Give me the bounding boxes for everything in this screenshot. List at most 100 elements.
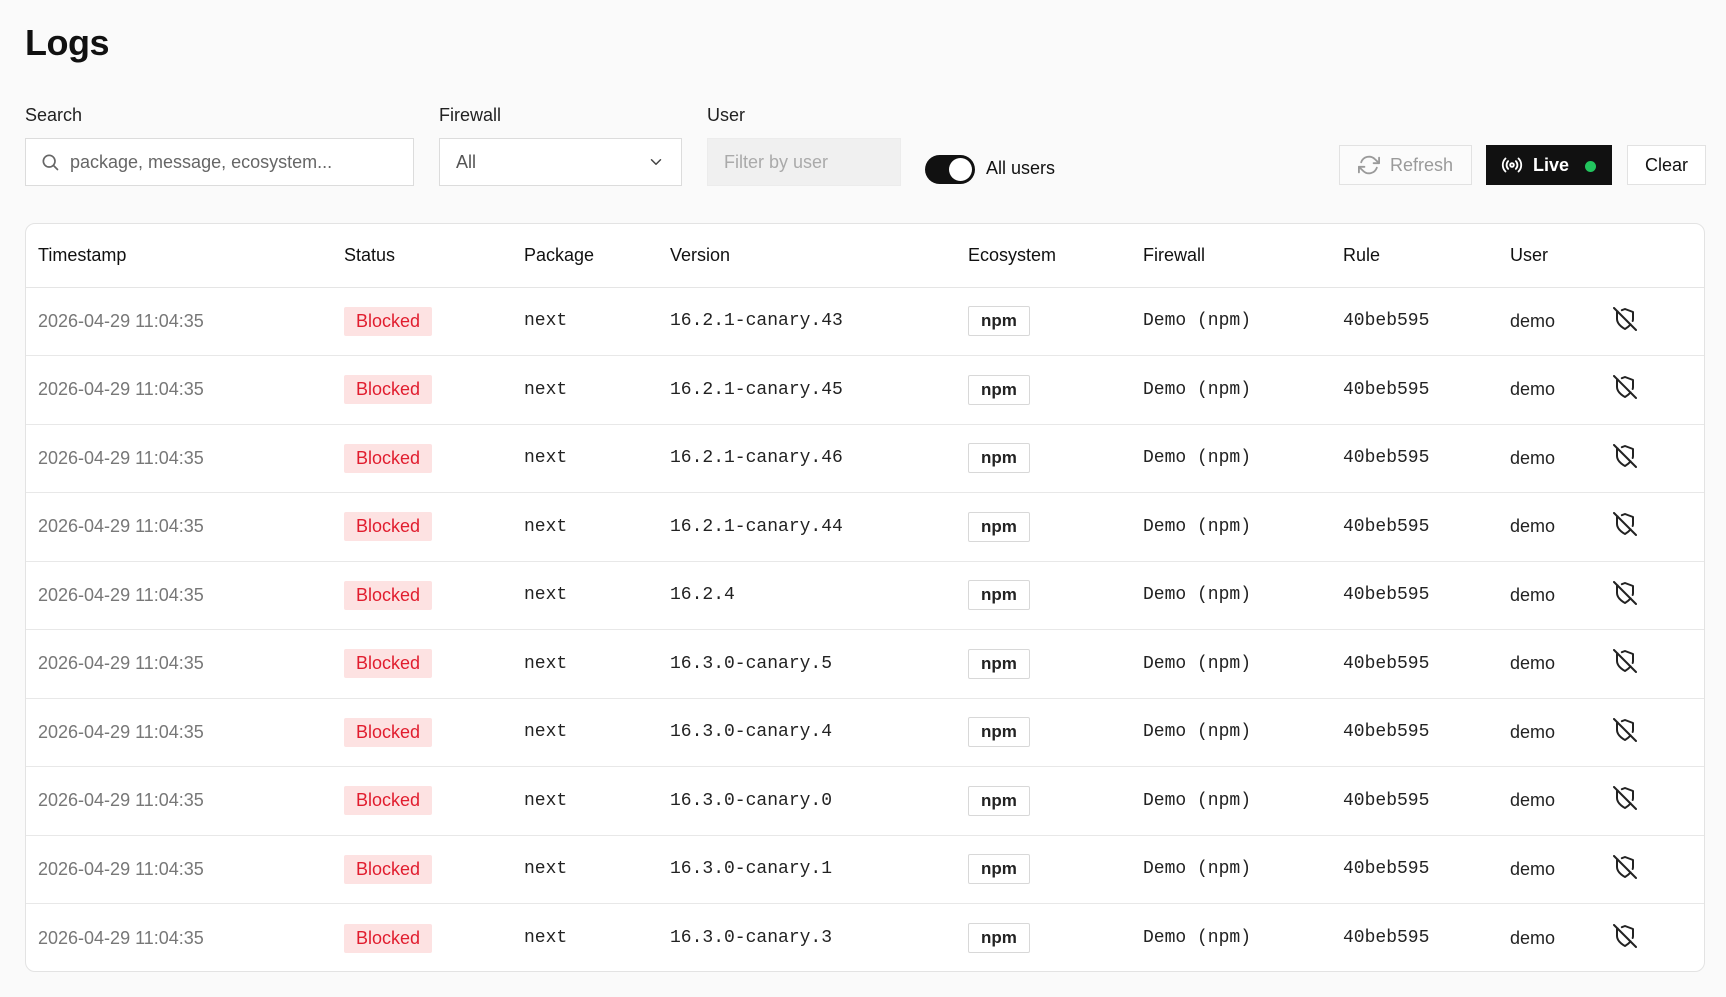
table-row[interactable]: 2026-04-29 11:04:35 Blocked next 16.3.0-can… — [26, 698, 1704, 767]
table-row[interactable]: 2026-04-29 11:04:35 Blocked next 16.3.0-can… — [26, 766, 1704, 836]
cell-ecosystem: npm — [956, 766, 1131, 836]
table-row[interactable]: 2026-04-29 11:04:35 Blocked next 16.2.1-can… — [26, 424, 1704, 493]
cell-firewall: Demo (npm) — [1131, 698, 1331, 767]
cell-version: 16.2.1-canary.44 — [658, 492, 956, 562]
table-row[interactable]: 2026-04-29 11:04:35 Blocked next 16.2.1-can… — [26, 355, 1704, 425]
ecosystem-badge: npm — [968, 854, 1030, 885]
cell-action — [1613, 835, 1704, 904]
shield-off-icon[interactable] — [1613, 306, 1637, 331]
cell-package: next — [512, 561, 658, 630]
column-header-rule[interactable]: Rule — [1331, 224, 1498, 288]
search-input[interactable] — [70, 151, 400, 173]
shield-off-icon[interactable] — [1613, 786, 1637, 811]
cell-timestamp: 2026-04-29 11:04:35 — [26, 355, 332, 425]
cell-package: next — [512, 698, 658, 767]
column-header-actions — [1613, 224, 1704, 288]
cell-status: Blocked — [332, 904, 512, 972]
shield-off-icon[interactable] — [1613, 580, 1637, 605]
status-badge: Blocked — [344, 717, 433, 747]
cell-action — [1613, 766, 1704, 836]
shield-off-icon[interactable] — [1613, 375, 1637, 400]
status-badge: Blocked — [344, 854, 433, 884]
cell-timestamp: 2026-04-29 11:04:35 — [26, 287, 332, 356]
column-header-firewall[interactable]: Firewall — [1131, 224, 1331, 288]
all-users-label: All users — [986, 158, 1056, 178]
shield-off-icon[interactable] — [1613, 854, 1637, 879]
cell-version: 16.2.1-canary.45 — [658, 355, 956, 425]
status-badge: Blocked — [344, 649, 433, 679]
table-row[interactable]: 2026-04-29 11:04:35 Blocked next 16.2.4 npm D… — [26, 561, 1704, 630]
table-row[interactable]: 2026-04-29 11:04:35 Blocked next 16.2.1-can… — [26, 287, 1704, 356]
cell-package: next — [512, 287, 658, 356]
cell-firewall: Demo (npm) — [1131, 424, 1331, 493]
cell-version: 16.2.1-canary.43 — [658, 287, 956, 356]
status-badge: Blocked — [344, 580, 433, 610]
table-row[interactable]: 2026-04-29 11:04:35 Blocked next 16.3.0-can… — [26, 629, 1704, 699]
column-header-package[interactable]: Package — [512, 224, 658, 288]
user-filter-input[interactable] — [724, 151, 894, 173]
column-header-timestamp[interactable]: Timestamp — [26, 224, 332, 288]
column-header-status[interactable]: Status — [332, 224, 512, 288]
status-badge: Blocked — [344, 923, 433, 953]
cell-package: next — [512, 835, 658, 904]
firewall-select[interactable]: All — [439, 138, 682, 186]
ecosystem-badge: npm — [968, 717, 1030, 748]
cell-status: Blocked — [332, 698, 512, 767]
cell-firewall: Demo (npm) — [1131, 561, 1331, 630]
cell-timestamp: 2026-04-29 11:04:35 — [26, 766, 332, 836]
cell-package: next — [512, 629, 658, 699]
cell-user: demo — [1498, 629, 1613, 699]
all-users-toggle[interactable] — [925, 155, 975, 184]
table-row[interactable]: 2026-04-29 11:04:35 Blocked next 16.3.0-can… — [26, 904, 1704, 972]
status-badge: Blocked — [344, 306, 433, 336]
status-badge: Blocked — [344, 375, 433, 405]
cell-rule: 40beb595 — [1331, 424, 1498, 493]
cell-timestamp: 2026-04-29 11:04:35 — [26, 629, 332, 699]
cell-status: Blocked — [332, 629, 512, 699]
cell-version: 16.2.1-canary.46 — [658, 424, 956, 493]
cell-rule: 40beb595 — [1343, 928, 1430, 948]
column-header-user[interactable]: User — [1498, 224, 1613, 288]
cell-version: 16.3.0-canary.1 — [658, 835, 956, 904]
cell-ecosystem: npm — [956, 424, 1131, 493]
cell-action — [1613, 287, 1704, 356]
cell-user: demo — [1498, 835, 1613, 904]
shield-off-icon[interactable] — [1613, 512, 1637, 537]
cell-timestamp: 2026-04-29 11:04:35 — [26, 424, 332, 493]
cell-ecosystem: npm — [956, 355, 1131, 425]
cell-ecosystem: npm — [956, 835, 1131, 904]
refresh-button[interactable]: Refresh — [1339, 145, 1472, 185]
cell-user: demo — [1498, 424, 1613, 493]
search-label: Search — [25, 105, 83, 125]
search-field[interactable] — [25, 138, 414, 186]
user-filter-field[interactable] — [707, 138, 901, 186]
shield-off-icon[interactable] — [1613, 649, 1637, 674]
refresh-button-label: Refresh — [1389, 154, 1454, 175]
cell-user: demo — [1498, 492, 1613, 562]
cell-rule: 40beb595 — [1331, 492, 1498, 562]
cell-version: 16.3.0-canary.3 — [670, 928, 833, 948]
shield-off-icon[interactable] — [1613, 443, 1637, 468]
column-header-ecosystem[interactable]: Ecosystem — [956, 224, 1131, 288]
table-row[interactable]: 2026-04-29 11:04:35 Blocked next 16.2.1-can… — [26, 492, 1704, 562]
cell-action — [1613, 629, 1704, 699]
cell-ecosystem: npm — [956, 698, 1131, 767]
cell-rule: 40beb595 — [1331, 287, 1498, 356]
cell-user: demo — [1498, 287, 1613, 356]
cell-rule: 40beb595 — [1331, 629, 1498, 699]
ecosystem-badge: npm — [968, 580, 1030, 611]
column-header-version[interactable]: Version — [658, 224, 956, 288]
clear-button[interactable]: Clear — [1627, 145, 1706, 185]
cell-package: next — [512, 766, 658, 836]
cell-timestamp: 2026-04-29 11:04:35 — [26, 698, 332, 767]
cell-action — [1613, 698, 1704, 767]
cell-firewall: Demo (npm) — [1143, 928, 1252, 948]
cell-timestamp: 2026-04-29 11:04:35 — [26, 835, 332, 904]
cell-status: Blocked — [332, 835, 512, 904]
ecosystem-badge: npm — [968, 443, 1030, 474]
live-button[interactable]: Live — [1486, 145, 1612, 185]
shield-off-icon[interactable] — [1613, 923, 1637, 948]
shield-off-icon[interactable] — [1613, 717, 1637, 742]
table-row[interactable]: 2026-04-29 11:04:35 Blocked next 16.3.0-can… — [26, 835, 1704, 904]
cell-version: 16.3.0-canary.5 — [658, 629, 956, 699]
